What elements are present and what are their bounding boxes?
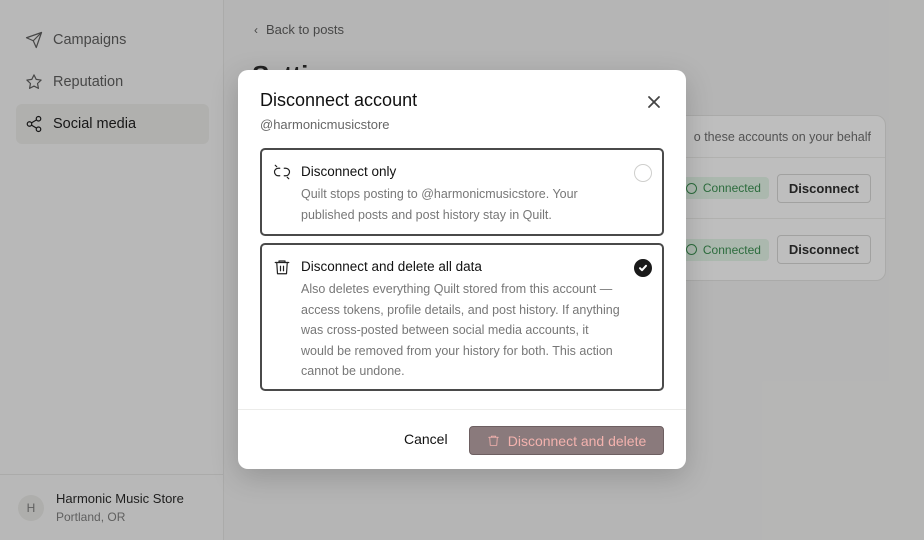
- option-radio[interactable]: [634, 164, 652, 182]
- check-icon: [639, 264, 647, 272]
- option-title: Disconnect and delete all data: [301, 259, 482, 274]
- option-title: Disconnect only: [301, 164, 397, 179]
- dialog-subtitle: @harmonicmusicstore: [260, 117, 390, 132]
- option-description: Also deletes everything Quilt stored fro…: [301, 282, 620, 378]
- disconnect-dialog: Disconnect account @harmonicmusicstore D…: [238, 70, 686, 469]
- option-disconnect-and-delete[interactable]: Disconnect and delete all data Also dele…: [260, 243, 664, 391]
- cancel-button[interactable]: Cancel: [404, 431, 448, 447]
- option-description: Quilt stops posting to @harmonicmusicsto…: [301, 187, 578, 222]
- trash-icon: [487, 435, 499, 446]
- option-disconnect-only[interactable]: Disconnect only Quilt stops posting to @…: [260, 148, 664, 236]
- dialog-footer: Cancel Disconnect and delete: [238, 409, 686, 469]
- trash-icon: [273, 258, 291, 276]
- close-icon[interactable]: [645, 93, 663, 111]
- dialog-title: Disconnect account: [260, 90, 418, 110]
- confirm-label: Disconnect and delete: [507, 432, 647, 449]
- disconnect-and-delete-button[interactable]: Disconnect and delete: [469, 426, 664, 455]
- unlink-icon: [273, 163, 291, 181]
- option-radio-selected[interactable]: [634, 259, 652, 277]
